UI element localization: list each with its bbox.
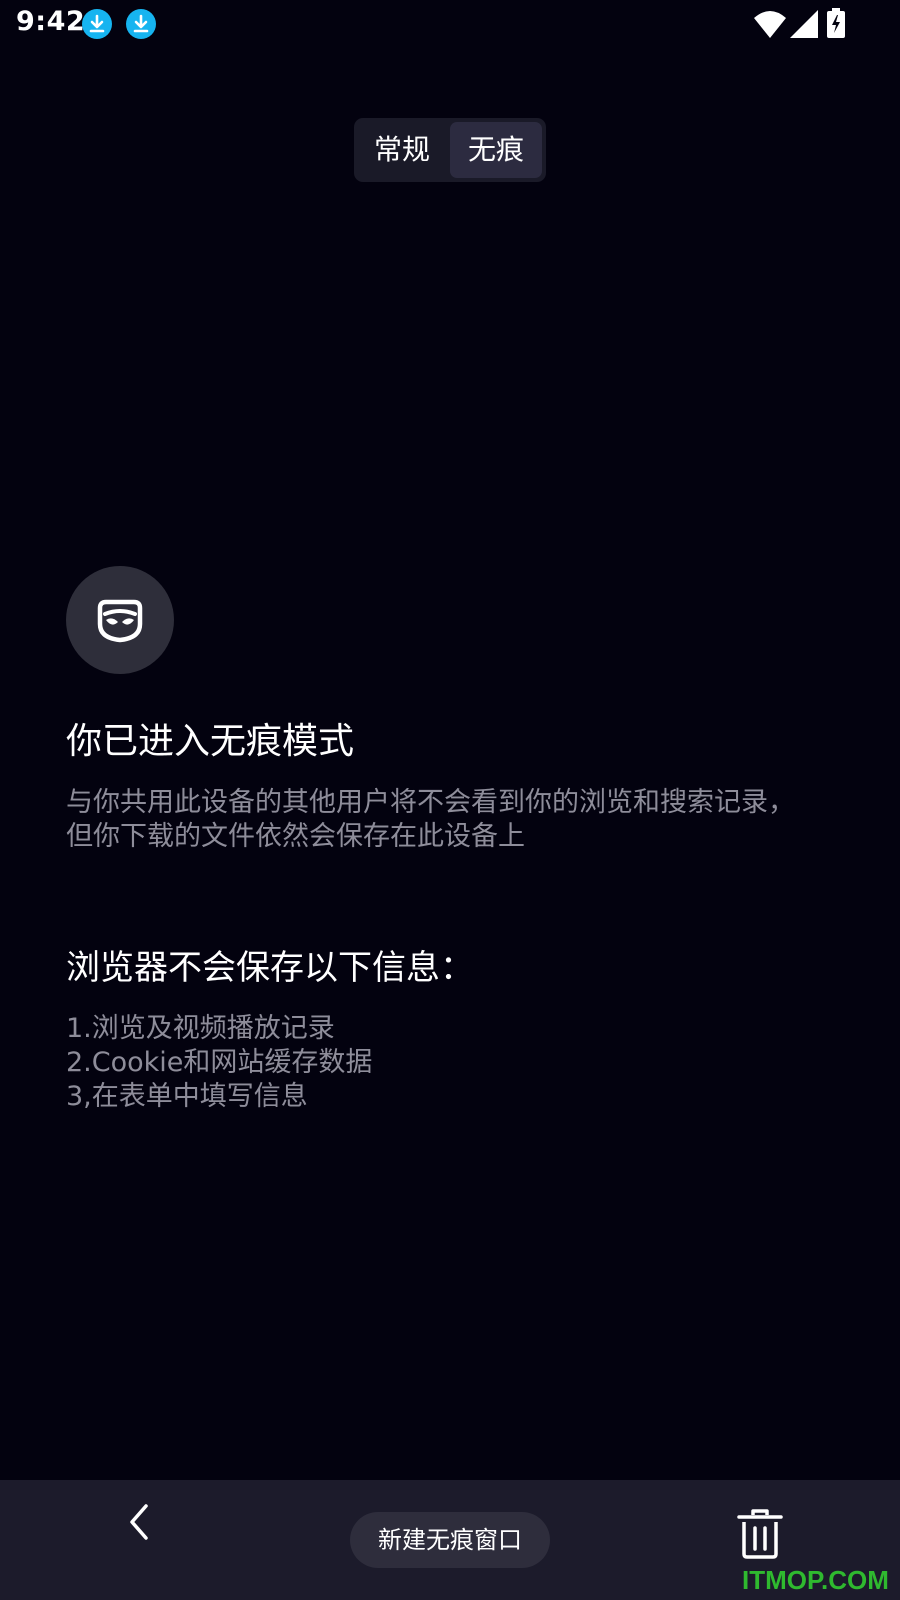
not-saved-list: 1.浏览及视频播放记录 2.Cookie和网站缓存数据 3,在表单中填写信息 (66, 1012, 372, 1114)
incognito-description: 与你共用此设备的其他用户将不会看到你的浏览和搜索记录， 但你下载的文件依然会保存… (66, 786, 795, 854)
battery-charging-icon (827, 8, 845, 42)
trash-icon (737, 1509, 783, 1559)
list-item: 1.浏览及视频播放记录 (66, 1013, 335, 1044)
section-heading: 浏览器不会保存以下信息： (66, 948, 474, 988)
list-item: 3,在表单中填写信息 (66, 1081, 308, 1112)
back-button[interactable] (118, 1500, 162, 1544)
delete-button[interactable] (736, 1508, 784, 1560)
download-icon (126, 9, 156, 39)
download-icon (82, 9, 112, 39)
wifi-icon (754, 10, 786, 42)
incognito-badge (66, 566, 174, 674)
list-item: 2.Cookie和网站缓存数据 (66, 1047, 373, 1078)
tab-incognito[interactable]: 无痕 (450, 122, 542, 178)
chevron-left-icon (130, 1504, 148, 1540)
status-time: 9:42 (16, 6, 86, 37)
tab-normal[interactable]: 常规 (358, 122, 446, 178)
status-bar: 9:42 (0, 0, 900, 50)
mask-icon (97, 599, 143, 643)
watermark: ITMOP.COM (742, 1565, 889, 1595)
signal-icon (790, 10, 818, 42)
new-incognito-window-button[interactable]: 新建无痕窗口 (350, 1512, 550, 1568)
mode-toggle: 常规 无痕 (354, 118, 546, 182)
description-line: 与你共用此设备的其他用户将不会看到你的浏览和搜索记录， (66, 787, 795, 818)
page-title: 你已进入无痕模式 (66, 721, 355, 762)
description-line: 但你下载的文件依然会保存在此设备上 (66, 821, 525, 852)
